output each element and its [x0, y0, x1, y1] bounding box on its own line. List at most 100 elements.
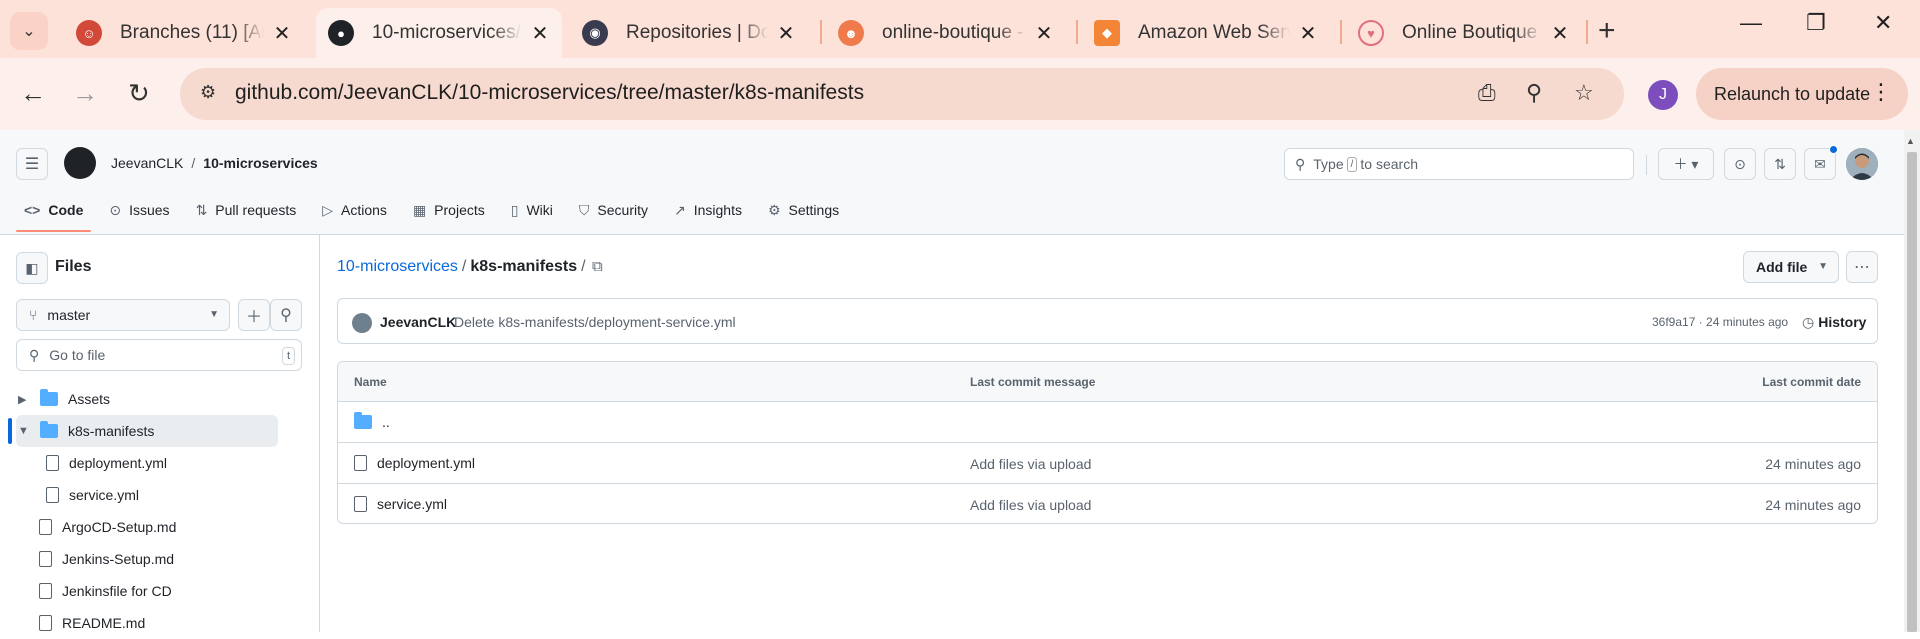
user-avatar[interactable]	[1846, 148, 1878, 180]
tree-item-jenkinsfile-cd[interactable]: Jenkinsfile for CD	[39, 575, 278, 607]
branch-icon: ⑂	[29, 307, 38, 323]
pull-requests-button[interactable]: ⇅	[1764, 148, 1796, 180]
window-close-button[interactable]: ✕	[1874, 10, 1892, 36]
tree-item-k8s-manifests[interactable]: ▼ k8s-manifests	[16, 415, 278, 447]
tab-projects[interactable]: ▦ Projects	[405, 196, 493, 224]
copy-path-icon[interactable]: ⧉	[592, 258, 603, 275]
hamburger-menu-icon[interactable]: ☰	[16, 148, 48, 180]
plus-icon: ＋	[245, 309, 262, 326]
file-path-breadcrumb: 10-microservices / k8s-manifests /	[337, 258, 590, 276]
history-button[interactable]: ◷ History	[1802, 314, 1866, 331]
tab-settings[interactable]: ⚙ Settings	[760, 196, 847, 224]
parent-dir-link[interactable]: ..	[354, 412, 390, 430]
tab-title: Branches (11) [An U	[120, 22, 264, 43]
file-name-link[interactable]: deployment.yml	[354, 455, 475, 471]
close-icon[interactable]: ✕	[776, 21, 796, 46]
scrollbar-thumb[interactable]	[1907, 152, 1917, 632]
bookmark-star-icon[interactable]: ☆	[1574, 80, 1594, 106]
back-button[interactable]: ←	[20, 78, 46, 109]
tab-security[interactable]: ⛉ Security	[571, 196, 656, 224]
global-search-input[interactable]: ⚲ Type / to search	[1284, 148, 1634, 180]
close-icon[interactable]: ✕	[1550, 21, 1570, 46]
tab-insights[interactable]: ↗ Insights	[666, 196, 750, 224]
chevron-right-icon[interactable]: ▶	[18, 393, 34, 406]
tab-pull-requests[interactable]: ⇅ Pull requests	[188, 196, 305, 224]
issues-button[interactable]: ⊙	[1724, 148, 1756, 180]
branch-selector[interactable]: ⑂ master ▼	[16, 299, 230, 331]
file-name: service.yml	[377, 496, 448, 512]
search-shortcut-key: /	[1346, 156, 1358, 172]
tab-github[interactable]: ● 10-microservices/k ✕	[316, 8, 562, 58]
collapse-sidebar-button[interactable]: ◧	[16, 252, 48, 284]
tab-code[interactable]: <> Code	[16, 196, 92, 232]
path-repo-link[interactable]: 10-microservices	[337, 258, 458, 275]
tab-separator	[1076, 20, 1078, 44]
tree-item-jenkins-setup[interactable]: Jenkins-Setup.md	[39, 543, 278, 575]
table-row[interactable]: deployment.yml Add files via upload 24 m…	[338, 443, 1877, 484]
scroll-up-arrow-icon[interactable]: ▲	[1906, 136, 1915, 146]
github-logo-icon[interactable]	[64, 147, 96, 179]
file-commit-message[interactable]: Add files via upload	[970, 456, 1091, 472]
tab-label: Insights	[693, 202, 742, 218]
add-file-label: Add file	[1756, 259, 1808, 275]
close-icon[interactable]: ✕	[530, 21, 550, 46]
commit-author-avatar[interactable]	[352, 313, 372, 333]
reload-button[interactable]: ↻	[128, 78, 150, 109]
go-to-file-input[interactable]: ⚲ Go to file t	[16, 339, 302, 371]
tab-aws[interactable]: ◆ Amazon Web Servi ✕	[1082, 8, 1330, 58]
file-name-link[interactable]: service.yml	[354, 496, 447, 512]
install-app-icon[interactable]: ⎙	[1478, 80, 1496, 106]
code-icon: <>	[24, 202, 41, 218]
tree-item-argocd-setup[interactable]: ArgoCD-Setup.md	[39, 511, 278, 543]
new-tab-button[interactable]: +	[1598, 14, 1616, 48]
search-placeholder-post: to search	[1360, 156, 1418, 172]
search-placeholder-pre: Type	[1313, 156, 1344, 172]
url-text[interactable]: github.com/JeevanCLK/10-microservices/tr…	[235, 81, 864, 105]
tab-docker[interactable]: ◉ Repositories | Dock ✕	[570, 8, 808, 58]
close-icon[interactable]: ✕	[272, 21, 292, 46]
tab-issues[interactable]: ⊙ Issues	[101, 196, 177, 224]
sidebar-title: Files	[55, 258, 92, 275]
tab-search-button[interactable]: ⌄	[10, 12, 48, 50]
restore-button[interactable]: ❐	[1806, 10, 1826, 36]
tree-item-assets[interactable]: ▶ Assets	[16, 383, 278, 415]
close-icon[interactable]: ✕	[1298, 21, 1318, 46]
profile-avatar[interactable]: J	[1648, 80, 1678, 110]
folder-icon	[354, 412, 372, 429]
table-row[interactable]: service.yml Add files via upload 24 minu…	[338, 484, 1877, 523]
commit-message[interactable]: Delete k8s-manifests/deployment-service.…	[454, 314, 736, 330]
parent-dir-label: ..	[382, 414, 390, 430]
search-files-button[interactable]: ⚲	[270, 299, 302, 331]
kebab-menu-icon[interactable]: ⋮	[1870, 81, 1892, 103]
minimize-button[interactable]: —	[1740, 10, 1762, 36]
add-file-button[interactable]: Add file ▼	[1743, 251, 1839, 283]
repo-breadcrumb: JeevanCLK / 10-microservices	[111, 155, 318, 171]
create-new-button[interactable]: ＋ ▾	[1658, 148, 1714, 180]
tab-argocd[interactable]: ☻ online-boutique - A ✕	[826, 8, 1066, 58]
more-options-button[interactable]: ⋯	[1846, 251, 1878, 283]
relaunch-label: Relaunch to update	[1714, 83, 1871, 104]
tree-item-deployment-yml[interactable]: deployment.yml	[46, 447, 278, 479]
commit-author[interactable]: JeevanCLK	[380, 314, 456, 330]
tab-jenkins[interactable]: ☺ Branches (11) [An U ✕	[64, 8, 304, 58]
add-file-sidebar-button[interactable]: ＋	[238, 299, 270, 331]
file-commit-message[interactable]: Add files via upload	[970, 497, 1091, 513]
history-label: History	[1818, 314, 1867, 330]
tab-boutique[interactable]: ♥ Online Boutique ✕	[1346, 8, 1582, 58]
tab-wiki[interactable]: ▯ Wiki	[503, 196, 561, 224]
table-row-parent[interactable]: ..	[338, 402, 1877, 443]
commit-meta[interactable]: 36f9a17 · 24 minutes ago	[1652, 315, 1788, 329]
close-icon[interactable]: ✕	[1034, 21, 1054, 46]
owner-link[interactable]: JeevanCLK	[111, 155, 183, 171]
chevron-down-icon[interactable]: ▼	[18, 425, 34, 437]
relaunch-button[interactable]: Relaunch to update ⋮	[1696, 68, 1908, 120]
forward-button[interactable]: →	[72, 78, 98, 109]
site-info-icon[interactable]: ⚙	[200, 82, 224, 106]
go-to-file-placeholder: Go to file	[49, 347, 106, 363]
tree-item-service-yml[interactable]: service.yml	[46, 479, 278, 511]
tab-actions[interactable]: ▷ Actions	[314, 196, 395, 224]
file-icon	[39, 615, 52, 631]
tree-item-readme[interactable]: README.md	[39, 607, 278, 639]
zoom-icon[interactable]: ⚲	[1526, 80, 1542, 106]
repo-link[interactable]: 10-microservices	[203, 155, 317, 171]
